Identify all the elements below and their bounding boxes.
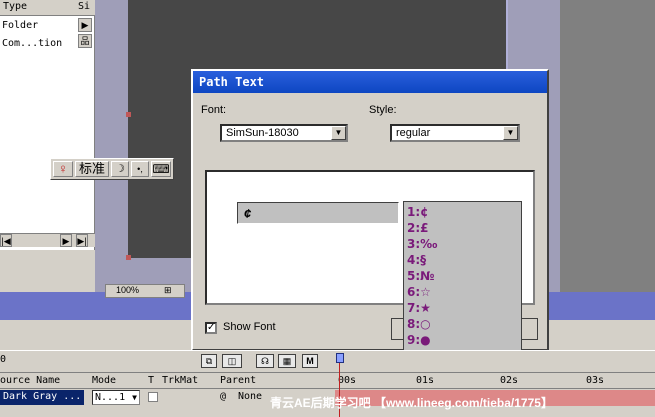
layer-name[interactable]: Dark Gray ...	[0, 390, 84, 405]
zoom-value: 100%	[116, 285, 140, 295]
style-label: Style:	[369, 104, 397, 116]
font-select[interactable]: SimSun-18030 ▼	[220, 124, 348, 142]
frame-blending-icon[interactable]: ▦	[278, 354, 296, 368]
candidate-item[interactable]: 4:§	[407, 253, 426, 267]
project-header: Type Si	[0, 0, 95, 16]
timeline-header: ource Name Mode T TrkMat Parent 00s 01s …	[0, 372, 655, 389]
trkmat-box[interactable]	[148, 392, 158, 402]
watermark: 青云AE后期学习吧 【www.lineeg.com/tieba/1775】	[270, 396, 553, 410]
comp-flowchart-icon[interactable]: ⧉	[201, 354, 217, 368]
draft-3d-icon[interactable]: ◫	[222, 354, 242, 368]
column-source-name[interactable]: ource Name	[0, 375, 60, 386]
current-time-indicator-icon[interactable]	[336, 353, 344, 363]
composition-right-area	[560, 0, 655, 300]
column-type[interactable]: Type	[3, 1, 27, 12]
scroll-right-icon[interactable]: ▶	[60, 234, 72, 247]
checkmark-icon[interactable]: ✓	[205, 322, 217, 334]
mode-value: N...1	[95, 392, 126, 403]
style-value: regular	[396, 127, 431, 139]
fit-icon[interactable]: ⊞	[164, 285, 172, 296]
font-label: Font:	[201, 104, 227, 116]
column-t[interactable]: T	[148, 375, 154, 386]
ime-mode-label[interactable]: 标准	[75, 161, 109, 177]
timeline-toolbar: 0 ⧉ ◫ ☊ ▦ M	[0, 350, 655, 372]
candidate-item[interactable]: 1:¢	[407, 205, 429, 219]
candidate-item[interactable]: 2:£	[407, 221, 429, 235]
chevron-down-icon[interactable]: ▼	[331, 126, 346, 140]
column-parent[interactable]: Parent	[220, 375, 256, 386]
ime-toolbar[interactable]: ♀ 标准 ☽ •, ⌨	[50, 158, 174, 180]
column-mode[interactable]: Mode	[92, 375, 116, 386]
candidate-item[interactable]: 6:☆	[407, 285, 431, 299]
show-font-label: Show Font	[223, 321, 276, 333]
motion-blur-icon[interactable]: M	[302, 354, 318, 368]
punctuation-icon[interactable]: •,	[131, 161, 149, 177]
chevron-down-icon[interactable]: ▼	[503, 126, 518, 140]
flowchart-icon[interactable]: 品	[78, 34, 92, 48]
candidate-item[interactable]: 8:○	[407, 317, 431, 331]
ruler-tick: 00s	[338, 375, 357, 386]
zoom-control[interactable]: 100% ⊞	[105, 284, 185, 298]
project-panel: Type Si Folder Com...tion ▶ 品 |◀ ▶ ▶|	[0, 0, 95, 250]
scroll-end-right-icon[interactable]: ▶|	[76, 234, 88, 247]
moon-icon[interactable]: ☽	[111, 161, 129, 177]
scroll-end-icon[interactable]: |◀	[0, 234, 12, 247]
style-select[interactable]: regular ▼	[390, 124, 520, 142]
column-trkmat[interactable]: TrkMat	[162, 375, 198, 386]
candidate-item[interactable]: 3:‰	[407, 237, 437, 251]
play-arrow-icon[interactable]: ▶	[78, 18, 92, 32]
project-item-folder[interactable]: Folder	[2, 20, 38, 31]
candidate-item[interactable]: 5:№	[407, 269, 435, 283]
parent-value[interactable]: None	[238, 391, 262, 402]
horizontal-scrollbar[interactable]: |◀ ▶ ▶|	[0, 233, 95, 247]
chevron-down-icon[interactable]: ▼	[132, 391, 137, 404]
column-si[interactable]: Si	[78, 1, 90, 12]
text-input[interactable]: ¢	[237, 202, 399, 224]
ruler-tick: 02s	[500, 375, 519, 386]
ime-candidate-list[interactable]: 1:¢ 2:£ 3:‰ 4:§ 5:№ 6:☆ 7:★ 8:○ 9:● ▲ ▼ …	[403, 201, 522, 369]
candidate-item[interactable]: 9:●	[407, 333, 431, 347]
ruler-tick: 01s	[416, 375, 435, 386]
ruler-tick: 03s	[586, 375, 605, 386]
parent-pickwhip-icon[interactable]: @	[220, 391, 226, 402]
font-value: SimSun-18030	[226, 127, 299, 139]
layer-handle[interactable]	[126, 255, 131, 260]
dialog-title: Path Text	[193, 71, 547, 93]
candidate-item[interactable]: 7:★	[407, 301, 431, 315]
mode-select[interactable]: N...1 ▼	[92, 390, 140, 405]
keyboard-icon[interactable]: ⌨	[151, 161, 171, 177]
project-item-comp[interactable]: Com...tion	[2, 38, 62, 49]
time-digit: 0	[0, 354, 7, 365]
layer-handle[interactable]	[126, 112, 131, 117]
ime-logo-icon[interactable]: ♀	[53, 161, 73, 177]
shy-icon[interactable]: ☊	[256, 354, 274, 368]
